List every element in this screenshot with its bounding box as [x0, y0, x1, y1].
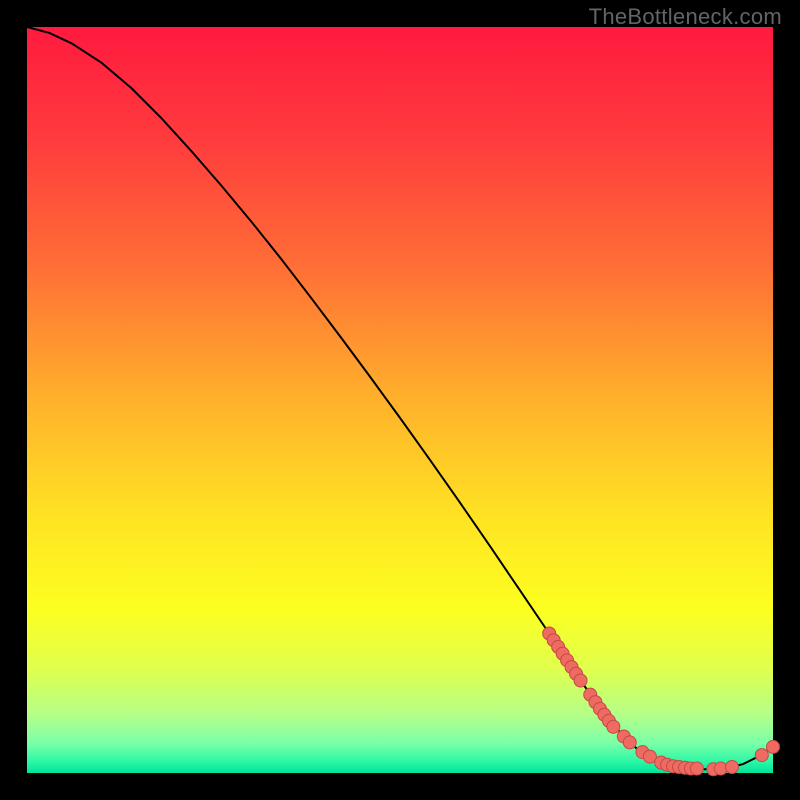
data-point [574, 674, 587, 687]
data-point [725, 761, 738, 774]
data-point [623, 736, 636, 749]
chart-curve-layer [27, 27, 773, 773]
data-point [767, 740, 780, 753]
data-points [543, 627, 780, 776]
data-point [755, 749, 768, 762]
plot-area [27, 27, 773, 773]
data-point [690, 762, 703, 775]
bottleneck-curve [27, 27, 773, 769]
chart-frame: TheBottleneck.com [0, 0, 800, 800]
data-point [607, 720, 620, 733]
